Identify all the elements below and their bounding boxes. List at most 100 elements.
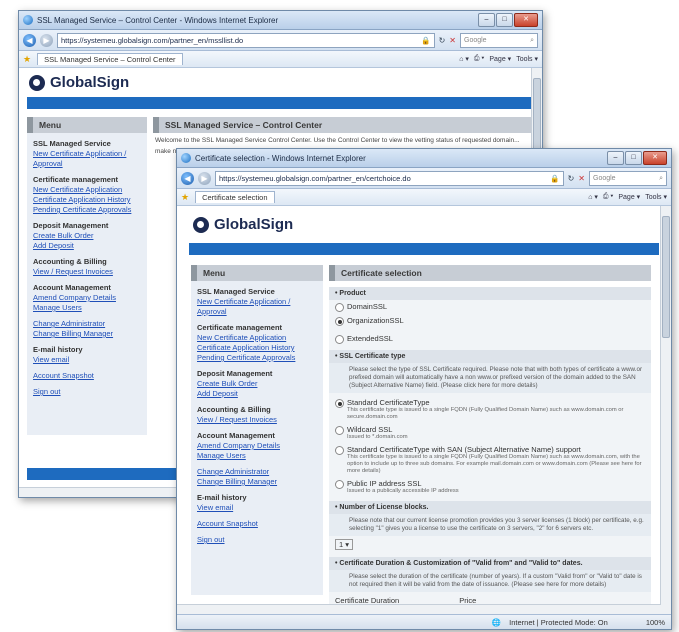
ie-icon [181, 153, 191, 163]
menu-link[interactable]: View / Request Invoices [33, 267, 141, 277]
search-icon[interactable]: ⌕ [530, 34, 534, 47]
header-blue-bar [27, 97, 534, 109]
menu-link[interactable]: Sign out [197, 535, 317, 545]
menu-group: Account Management Amend Company Details M… [191, 425, 323, 461]
search-icon[interactable]: ⌕ [659, 172, 663, 185]
back-url-field[interactable]: https://systemeu.globalsign.com/partner_… [57, 32, 435, 48]
close-icon[interactable]: ✕ [514, 13, 538, 27]
refresh-icon[interactable]: ↻ [439, 36, 446, 45]
print-icon[interactable]: ⎙ ▾ [474, 55, 485, 63]
home-icon[interactable]: ⌂ ▾ [459, 55, 469, 63]
favorites-star-icon[interactable]: ★ [23, 54, 31, 65]
menu-link[interactable]: Add Deposit [33, 241, 141, 251]
minimize-icon[interactable]: – [607, 151, 624, 165]
back-tab-active[interactable]: SSL Managed Service – Control Center [37, 53, 183, 65]
menu-group-title: E-mail history [33, 345, 83, 354]
radio-public-ip[interactable] [335, 480, 344, 489]
front-title-bar[interactable]: Certificate selection - Windows Internet… [177, 149, 671, 168]
radio-extendedssl[interactable] [335, 335, 344, 344]
menu-link[interactable]: Amend Company Details [197, 441, 317, 451]
type-option-standard[interactable]: Standard CertificateType This certificate… [329, 396, 651, 423]
front-browser-window[interactable]: Certificate selection - Windows Internet… [176, 148, 672, 630]
menu-link[interactable]: Add Deposit [197, 389, 317, 399]
menu-link[interactable]: Change Administrator [33, 319, 141, 329]
product-option-extendedssl[interactable]: ExtendedSSL [329, 332, 651, 346]
menu-link[interactable]: Manage Users [197, 451, 317, 461]
forward-arrow-icon[interactable]: ▶ [40, 33, 53, 47]
tools-menu[interactable]: Tools ▾ [645, 193, 667, 201]
back-title-bar[interactable]: SSL Managed Service – Control Center - W… [19, 11, 542, 30]
menu-link[interactable]: Pending Certificate Approvals [33, 205, 141, 215]
front-main-panel: Certificate selection • Product DomainSS… [329, 265, 651, 613]
type-option-wildcard[interactable]: Wildcard SSL Issued to *.domain.com [329, 423, 651, 443]
tools-menu[interactable]: Tools ▾ [516, 55, 538, 63]
zoom-level[interactable]: 100% [646, 618, 665, 627]
menu-group: Account Snapshot [191, 513, 323, 529]
menu-link[interactable]: Approval [197, 307, 317, 317]
front-search-input[interactable]: Google ⌕ [589, 170, 667, 186]
front-main-header: Certificate selection [329, 265, 651, 281]
favorites-star-icon[interactable]: ★ [181, 192, 189, 203]
front-tab-active[interactable]: Certificate selection [195, 191, 275, 203]
menu-link[interactable]: Pending Certificate Approvals [197, 353, 317, 363]
menu-link[interactable]: Certificate Application History [33, 195, 141, 205]
menu-group-title: Accounting & Billing [197, 405, 271, 414]
menu-group-title: Deposit Management [33, 221, 109, 230]
menu-link[interactable]: Amend Company Details [33, 293, 141, 303]
forward-arrow-icon[interactable]: ▶ [198, 171, 211, 185]
license-blocks-select[interactable]: 1 ▾ [335, 539, 354, 550]
product-option-domainssl[interactable]: DomainSSL [329, 300, 651, 314]
menu-link[interactable]: Approval [33, 159, 141, 169]
menu-link[interactable]: New Certificate Application [197, 333, 317, 343]
stop-icon[interactable]: ✕ [578, 174, 585, 183]
globalsign-logo: GlobalSign [177, 206, 671, 243]
radio-organizationssl[interactable] [335, 317, 344, 326]
radio-domainssl[interactable] [335, 303, 344, 312]
menu-link[interactable]: New Certificate Application [33, 185, 141, 195]
radio-wildcard[interactable] [335, 426, 344, 435]
page-menu[interactable]: Page ▾ [618, 193, 640, 201]
home-icon[interactable]: ⌂ ▾ [588, 193, 598, 201]
back-search-input[interactable]: Google ⌕ [460, 32, 538, 48]
menu-link[interactable]: Certificate Application History [197, 343, 317, 353]
menu-link[interactable]: View email [33, 355, 141, 365]
menu-group: Certificate management New Certificate Ap… [191, 317, 323, 363]
back-arrow-icon[interactable]: ◀ [181, 171, 194, 185]
refresh-icon[interactable]: ↻ [568, 174, 575, 183]
product-option-organizationssl[interactable]: OrganizationSSL [329, 314, 651, 328]
page-menu[interactable]: Page ▾ [489, 55, 511, 63]
minimize-icon[interactable]: – [478, 13, 495, 27]
menu-link[interactable]: Change Billing Manager [33, 329, 141, 339]
menu-link[interactable]: Sign out [33, 387, 141, 397]
menu-link[interactable]: Change Administrator [197, 467, 317, 477]
menu-link[interactable]: View / Request Invoices [197, 415, 317, 425]
menu-link[interactable]: Account Snapshot [33, 371, 141, 381]
type-option-public-ip[interactable]: Public IP address SSL Issued to a publica… [329, 477, 651, 497]
maximize-icon[interactable]: □ [625, 151, 642, 165]
menu-link[interactable]: Create Bulk Order [33, 231, 141, 241]
menu-link[interactable]: Create Bulk Order [197, 379, 317, 389]
menu-link[interactable]: Change Billing Manager [197, 477, 317, 487]
menu-group: SSL Managed Service New Certificate Appli… [27, 133, 147, 169]
menu-link[interactable]: Manage Users [33, 303, 141, 313]
back-arrow-icon[interactable]: ◀ [23, 33, 36, 47]
radio-standard[interactable] [335, 399, 344, 408]
front-vertical-scrollbar[interactable] [660, 206, 671, 614]
print-icon[interactable]: ⎙ ▾ [603, 193, 614, 201]
lock-icon: 🔒 [421, 35, 431, 45]
radio-san[interactable] [335, 446, 344, 455]
type-option-san[interactable]: Standard CertificateType with SAN (Subje… [329, 443, 651, 477]
close-icon[interactable]: ✕ [643, 151, 667, 165]
front-command-bar: ⌂ ▾ ⎙ ▾ Page ▾ Tools ▾ [588, 193, 667, 201]
menu-link[interactable]: Account Snapshot [197, 519, 317, 529]
stop-icon[interactable]: ✕ [449, 36, 456, 45]
menu-link[interactable]: View email [197, 503, 317, 513]
menu-group-title: Certificate management [197, 323, 283, 332]
menu-link[interactable]: New Certificate Application / [33, 149, 141, 159]
menu-group: SSL Managed Service New Certificate Appli… [191, 281, 323, 317]
front-url-field[interactable]: https://systemeu.globalsign.com/partner_… [215, 170, 564, 186]
menu-group-title: SSL Managed Service [197, 287, 275, 296]
menu-link[interactable]: New Certificate Application / [197, 297, 317, 307]
maximize-icon[interactable]: □ [496, 13, 513, 27]
menu-group-title: Account Management [33, 283, 111, 292]
